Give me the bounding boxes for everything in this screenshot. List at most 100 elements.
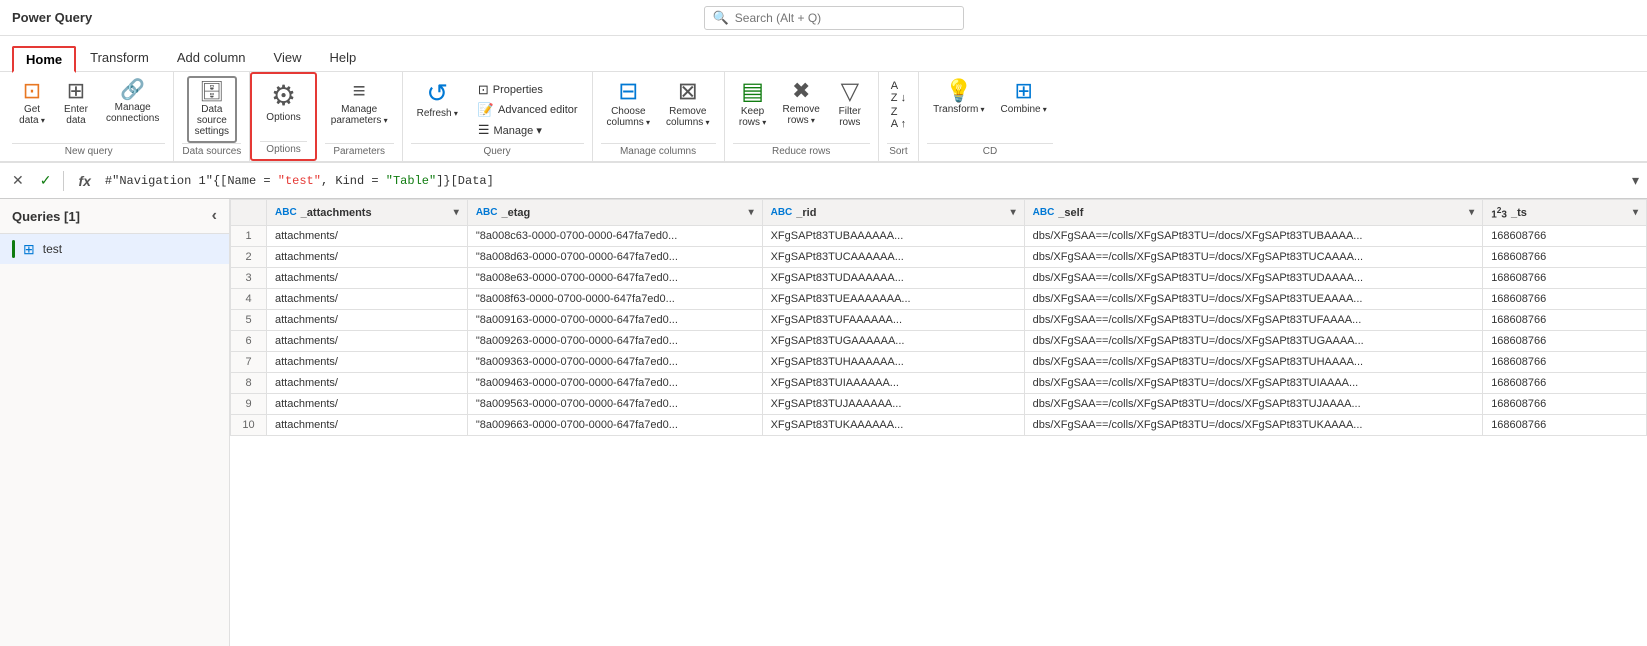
transform-button[interactable]: 💡 Transform (927, 76, 990, 119)
properties-button[interactable]: ⊡ Properties (472, 80, 584, 100)
app-title: Power Query (12, 10, 92, 25)
formula-separator (63, 171, 64, 191)
tab-help[interactable]: Help (315, 44, 370, 71)
table-row[interactable]: 10attachments/"8a009663-0000-0700-0000-6… (231, 415, 1647, 436)
col-header-etag[interactable]: ABC _etag ▾ (467, 200, 762, 226)
advanced-editor-icon: 📝 (478, 102, 494, 118)
col-dropdown-etag[interactable]: ▾ (749, 207, 754, 218)
formula-content[interactable]: #"Navigation 1"{[Name = "test", Kind = "… (105, 174, 1624, 188)
refresh-button[interactable]: ↺ Refresh (411, 76, 464, 123)
table-cell: attachments/ (267, 331, 468, 352)
data-source-icon: 🗄 (199, 82, 224, 102)
manage-connections-label: Manageconnections (106, 102, 159, 124)
manage-parameters-button[interactable]: ≡ Manageparameters (325, 76, 394, 130)
table-row[interactable]: 1attachments/"8a008c63-0000-0700-0000-64… (231, 226, 1647, 247)
table-cell: "8a009663-0000-0700-0000-647fa7ed0... (467, 415, 762, 436)
tab-add-column[interactable]: Add column (163, 44, 260, 71)
data-grid[interactable]: ABC _attachments ▾ ABC _etag ▾ (230, 199, 1647, 646)
formula-cancel-button[interactable]: ✕ (8, 170, 28, 191)
enter-data-label: Enterdata (64, 104, 88, 126)
table-cell: attachments/ (267, 268, 468, 289)
options-button[interactable]: ⚙ Options (260, 78, 306, 127)
table-cell: attachments/ (267, 352, 468, 373)
col-header-attachments[interactable]: ABC _attachments ▾ (267, 200, 468, 226)
choose-columns-button[interactable]: ⊟ Choosecolumns (601, 76, 657, 132)
remove-columns-label: Removecolumns (666, 106, 710, 128)
col-header-ts[interactable]: 123 _ts ▾ (1483, 200, 1647, 226)
col-header-self[interactable]: ABC _self ▾ (1024, 200, 1483, 226)
row-number: 6 (231, 331, 267, 352)
table-cell: "8a008e63-0000-0700-0000-647fa7ed0... (467, 268, 762, 289)
col-dropdown-self[interactable]: ▾ (1469, 207, 1474, 218)
enter-data-button[interactable]: ⊞ Enterdata (56, 76, 96, 130)
table-row[interactable]: 4attachments/"8a008f63-0000-0700-0000-64… (231, 289, 1647, 310)
table-row[interactable]: 5attachments/"8a009163-0000-0700-0000-64… (231, 310, 1647, 331)
manage-button[interactable]: ☰ Manage ▾ (472, 120, 584, 140)
table-row[interactable]: 6attachments/"8a009263-0000-0700-0000-64… (231, 331, 1647, 352)
table-cell: 168608766 (1483, 289, 1647, 310)
table-row[interactable]: 8attachments/"8a009463-0000-0700-0000-64… (231, 373, 1647, 394)
query-group-label: Query (411, 143, 584, 157)
table-cell: dbs/XFgSAA==/colls/XFgSAPt83TU=/docs/XFg… (1024, 247, 1483, 268)
table-cell: XFgSAPt83TUEAAAAAAA... (762, 289, 1024, 310)
keep-rows-icon: ▤ (741, 80, 764, 104)
remove-rows-button[interactable]: ✖ Removerows (777, 76, 826, 130)
title-bar: Power Query 🔍 (0, 0, 1647, 36)
row-number: 1 (231, 226, 267, 247)
query-status-bar (12, 240, 15, 258)
manage-label: Manage ▾ (494, 124, 542, 137)
sort-label: Sort (887, 143, 910, 157)
keep-rows-button[interactable]: ▤ Keeprows (733, 76, 773, 132)
sidebar-item-test[interactable]: ⊞ test (0, 234, 229, 264)
col-dropdown-attachments[interactable]: ▾ (454, 207, 459, 218)
get-data-label: Getdata (19, 104, 45, 126)
col-type-self: ABC (1033, 207, 1055, 218)
sidebar-title: Queries [1] (12, 209, 80, 224)
table-cell: XFgSAPt83TUKAAAAAA... (762, 415, 1024, 436)
col-dropdown-ts[interactable]: ▾ (1633, 207, 1638, 218)
tab-view[interactable]: View (260, 44, 316, 71)
table-cell: XFgSAPt83TUFAAAAAA... (762, 310, 1024, 331)
table-cell: "8a009563-0000-0700-0000-647fa7ed0... (467, 394, 762, 415)
ribbon-group-query: ↺ Refresh ⊡ Properties 📝 Advanced editor… (403, 72, 593, 161)
manage-connections-button[interactable]: 🔗 Manageconnections (100, 76, 165, 128)
col-header-rid[interactable]: ABC _rid ▾ (762, 200, 1024, 226)
get-data-button[interactable]: ⊡ Getdata (12, 76, 52, 130)
table-cell: dbs/XFgSAA==/colls/XFgSAPt83TU=/docs/XFg… (1024, 373, 1483, 394)
table-cell: 168608766 (1483, 331, 1647, 352)
table-row[interactable]: 9attachments/"8a009563-0000-0700-0000-64… (231, 394, 1647, 415)
remove-columns-button[interactable]: ⊠ Removecolumns (660, 76, 716, 132)
table-cell: 168608766 (1483, 226, 1647, 247)
table-cell: XFgSAPt83TUDAAAAAA... (762, 268, 1024, 289)
options-icon: ⚙ (271, 82, 296, 110)
sidebar-collapse-button[interactable]: ‹ (212, 207, 217, 225)
combine-button[interactable]: ⊞ Combine (995, 76, 1053, 119)
table-cell: 168608766 (1483, 394, 1647, 415)
properties-label: Properties (493, 84, 543, 96)
sidebar-query-name: test (43, 242, 62, 256)
table-cell: "8a009463-0000-0700-0000-647fa7ed0... (467, 373, 762, 394)
data-source-settings-button[interactable]: 🗄 Datasourcesettings (187, 76, 237, 143)
filter-rows-button[interactable]: ▽ Filterrows (830, 76, 870, 132)
manage-icon: ☰ (478, 122, 490, 138)
table-row[interactable]: 7attachments/"8a009363-0000-0700-0000-64… (231, 352, 1647, 373)
formula-text-1: #"Navigation 1"{[Name = (105, 174, 278, 188)
advanced-editor-button[interactable]: 📝 Advanced editor (472, 100, 584, 120)
ribbon-group-data-sources: 🗄 Datasourcesettings Data sources (174, 72, 250, 161)
col-type-ts: 123 (1491, 205, 1507, 220)
tab-home[interactable]: Home (12, 46, 76, 73)
data-source-label: Datasourcesettings (195, 104, 229, 137)
col-dropdown-rid[interactable]: ▾ (1011, 207, 1016, 218)
refresh-icon: ↺ (426, 80, 448, 106)
formula-expand-button[interactable]: ▾ (1632, 172, 1639, 189)
search-box[interactable]: 🔍 (704, 6, 964, 30)
combine-icon: ⊞ (1014, 80, 1032, 102)
formula-accept-button[interactable]: ✓ (36, 170, 56, 191)
filter-rows-label: Filterrows (839, 106, 861, 128)
search-input[interactable] (735, 11, 935, 25)
table-row[interactable]: 3attachments/"8a008e63-0000-0700-0000-64… (231, 268, 1647, 289)
table-cell: "8a008f63-0000-0700-0000-647fa7ed0... (467, 289, 762, 310)
table-row[interactable]: 2attachments/"8a008d63-0000-0700-0000-64… (231, 247, 1647, 268)
combine-label: Combine (1001, 104, 1047, 115)
tab-transform[interactable]: Transform (76, 44, 163, 71)
